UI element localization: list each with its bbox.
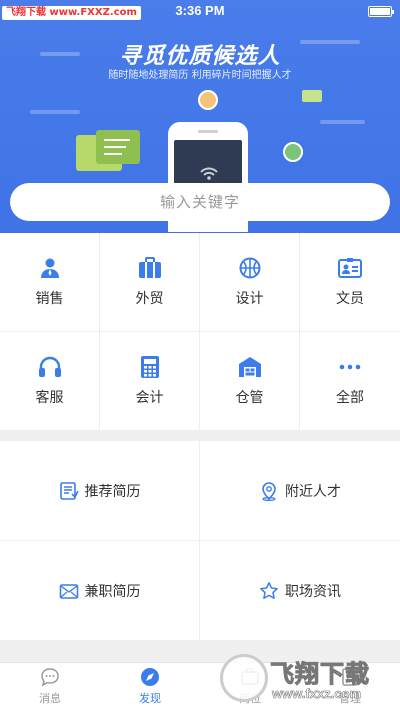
feature-recommended-resumes[interactable]: 推荐简历 xyxy=(0,441,200,541)
tab-messages[interactable]: 消息 xyxy=(0,663,100,710)
warehouse-icon xyxy=(238,355,262,379)
chat-icon xyxy=(40,667,60,687)
basketball-icon xyxy=(238,256,262,280)
search-input[interactable]: 输入关键字 xyxy=(10,183,390,221)
watermark-text: 飞翔下载 xyxy=(270,660,370,689)
category-label: 销售 xyxy=(35,291,64,307)
feature-grid: 推荐简历 附近人才 兼职简历 职场资讯 xyxy=(0,441,400,641)
category-label: 全部 xyxy=(336,390,364,406)
more-icon xyxy=(338,355,362,379)
category-clerk[interactable]: 文员 xyxy=(300,233,400,332)
briefcase-icon xyxy=(138,256,162,280)
watermark-logo: 飞翔下载 www.fxxz.com xyxy=(220,650,390,708)
category-trade[interactable]: 外贸 xyxy=(100,233,200,332)
banner-subtitle: 随时随地处理简历 利用碎片时间把握人才 xyxy=(108,70,292,81)
chat-bubble-illustration xyxy=(96,130,140,164)
person-icon xyxy=(38,256,62,280)
watermark-circle-icon xyxy=(220,654,268,702)
resume-icon xyxy=(59,481,79,501)
mail-icon xyxy=(59,581,79,601)
category-label: 仓管 xyxy=(235,390,264,406)
watermark-url: www.fxxz.com xyxy=(272,686,362,702)
category-service[interactable]: 客服 xyxy=(0,332,100,431)
category-sales[interactable]: 销售 xyxy=(0,233,100,332)
tab-discover[interactable]: 发现 xyxy=(100,663,200,710)
feature-parttime-resumes[interactable]: 兼职简历 xyxy=(0,541,200,641)
category-accounting[interactable]: 会计 xyxy=(100,332,200,431)
tab-label: 消息 xyxy=(39,692,61,705)
header-banner: 飞翔下载 www.FXXZ.com 3:36 PM 寻觅优质候选人 随时随地处理… xyxy=(0,0,400,233)
category-label: 设计 xyxy=(235,291,264,307)
category-warehouse[interactable]: 仓管 xyxy=(200,332,300,431)
feature-nearby-talent[interactable]: 附近人才 xyxy=(200,441,400,541)
feature-label: 职场资讯 xyxy=(285,583,341,600)
chat-bubble-illustration xyxy=(302,90,322,102)
id-card-icon xyxy=(338,256,362,280)
category-label: 会计 xyxy=(135,390,164,406)
battery-icon xyxy=(368,6,394,17)
feature-label: 附近人才 xyxy=(285,483,341,500)
location-icon xyxy=(259,481,279,501)
tab-label: 发现 xyxy=(139,692,161,705)
status-bar: 飞翔下载 www.FXXZ.com 3:36 PM xyxy=(0,0,400,22)
category-label: 外贸 xyxy=(135,291,164,307)
compass-icon xyxy=(140,667,160,687)
calculator-icon xyxy=(138,355,162,379)
feature-label: 推荐简历 xyxy=(84,483,141,500)
star-icon xyxy=(259,581,279,601)
category-all[interactable]: 全部 xyxy=(300,332,400,431)
headset-icon xyxy=(38,355,62,379)
cloud-decoration xyxy=(320,120,365,124)
feature-label: 兼职简历 xyxy=(84,583,141,600)
cloud-decoration xyxy=(30,110,80,114)
avatar-illustration xyxy=(283,142,303,162)
category-label: 文员 xyxy=(336,291,364,307)
feature-career-news[interactable]: 职场资讯 xyxy=(200,541,400,641)
category-label: 客服 xyxy=(35,390,64,406)
category-design[interactable]: 设计 xyxy=(200,233,300,332)
status-time: 3:36 PM xyxy=(175,3,225,18)
category-grid: 销售 外贸 设计 文员 客服 会计 仓管 全部 xyxy=(0,233,400,431)
avatar-illustration xyxy=(198,90,218,110)
